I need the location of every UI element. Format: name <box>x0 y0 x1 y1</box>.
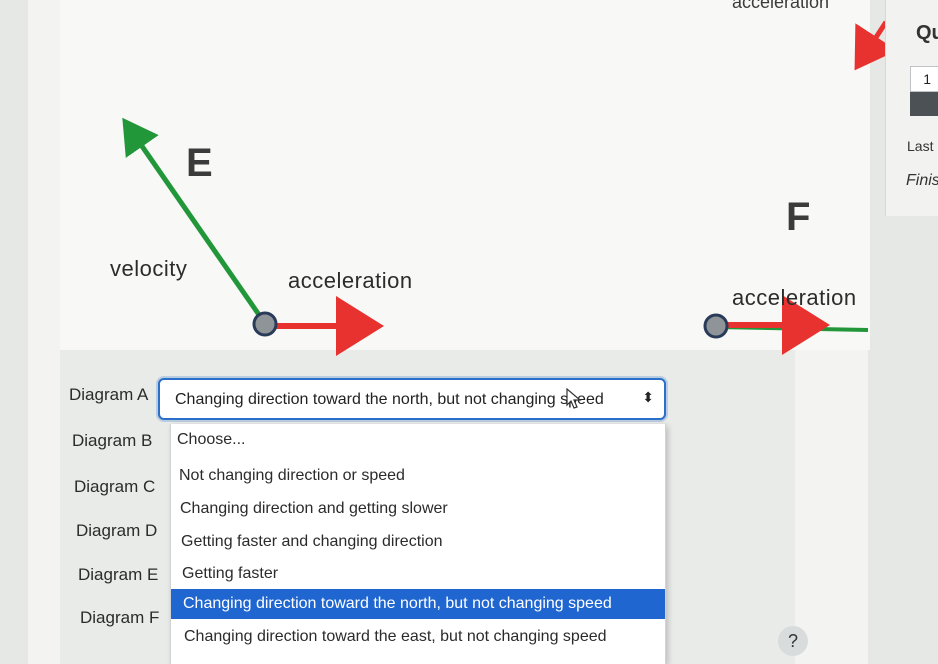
question-number-button[interactable]: 1 <box>910 66 938 92</box>
help-icon[interactable]: ? <box>778 626 808 656</box>
quiz-page: acceleration E velocity acceleration F a… <box>0 0 938 664</box>
row-label-diagram-d: Diagram D <box>76 521 158 540</box>
object-dot-f <box>703 313 729 339</box>
diagram-f-acceleration-label: acceleration <box>732 285 857 310</box>
diagram-e-velocity-label: velocity <box>110 256 188 281</box>
diagram-d-acceleration-label: acceleration <box>732 0 830 12</box>
row-label-diagram-f: Diagram F <box>80 608 160 627</box>
diagram-f-letter: F <box>786 195 811 239</box>
diagram-a-select[interactable]: Changing direction toward the north, but… <box>158 378 666 420</box>
row-label-diagram-b: Diagram B <box>72 431 153 450</box>
row-label-diagram-e: Diagram E <box>78 565 159 584</box>
option-getting-faster[interactable]: Getting faster <box>171 559 665 589</box>
diagram-e-acceleration-label: acceleration <box>288 268 413 293</box>
finish-attempt-link[interactable]: Finis <box>906 172 938 190</box>
row-label-diagram-c: Diagram C <box>74 477 156 496</box>
option-choose[interactable]: Choose... <box>171 425 665 455</box>
acceleration-vector-d <box>854 20 898 71</box>
mouse-pointer-icon <box>566 388 582 409</box>
diagram-e-letter: E <box>186 141 213 185</box>
option-changing-direction-slower[interactable]: Changing direction and getting slower <box>171 494 665 524</box>
row-label-diagram-a: Diagram A <box>69 385 149 404</box>
quiz-nav-title: Qu <box>916 22 938 44</box>
answer-dropdown-list: Choose... Not changing direction or spee… <box>170 424 666 664</box>
option-faster-changing-direction[interactable]: Getting faster and changing direction <box>171 527 665 557</box>
option-changing-direction-east[interactable]: Changing direction toward the east, but … <box>171 622 665 652</box>
select-updown-icon: ⬍ <box>642 389 654 405</box>
question-progress-fill <box>910 92 938 116</box>
option-changing-direction-north[interactable]: Changing direction toward the north, but… <box>171 589 665 619</box>
option-not-changing[interactable]: Not changing direction or speed <box>171 461 665 491</box>
last-page-link[interactable]: Last <box>907 138 933 154</box>
diagram-a-selected-value: Changing direction toward the north, but… <box>175 391 604 408</box>
object-dot-e <box>252 311 278 337</box>
